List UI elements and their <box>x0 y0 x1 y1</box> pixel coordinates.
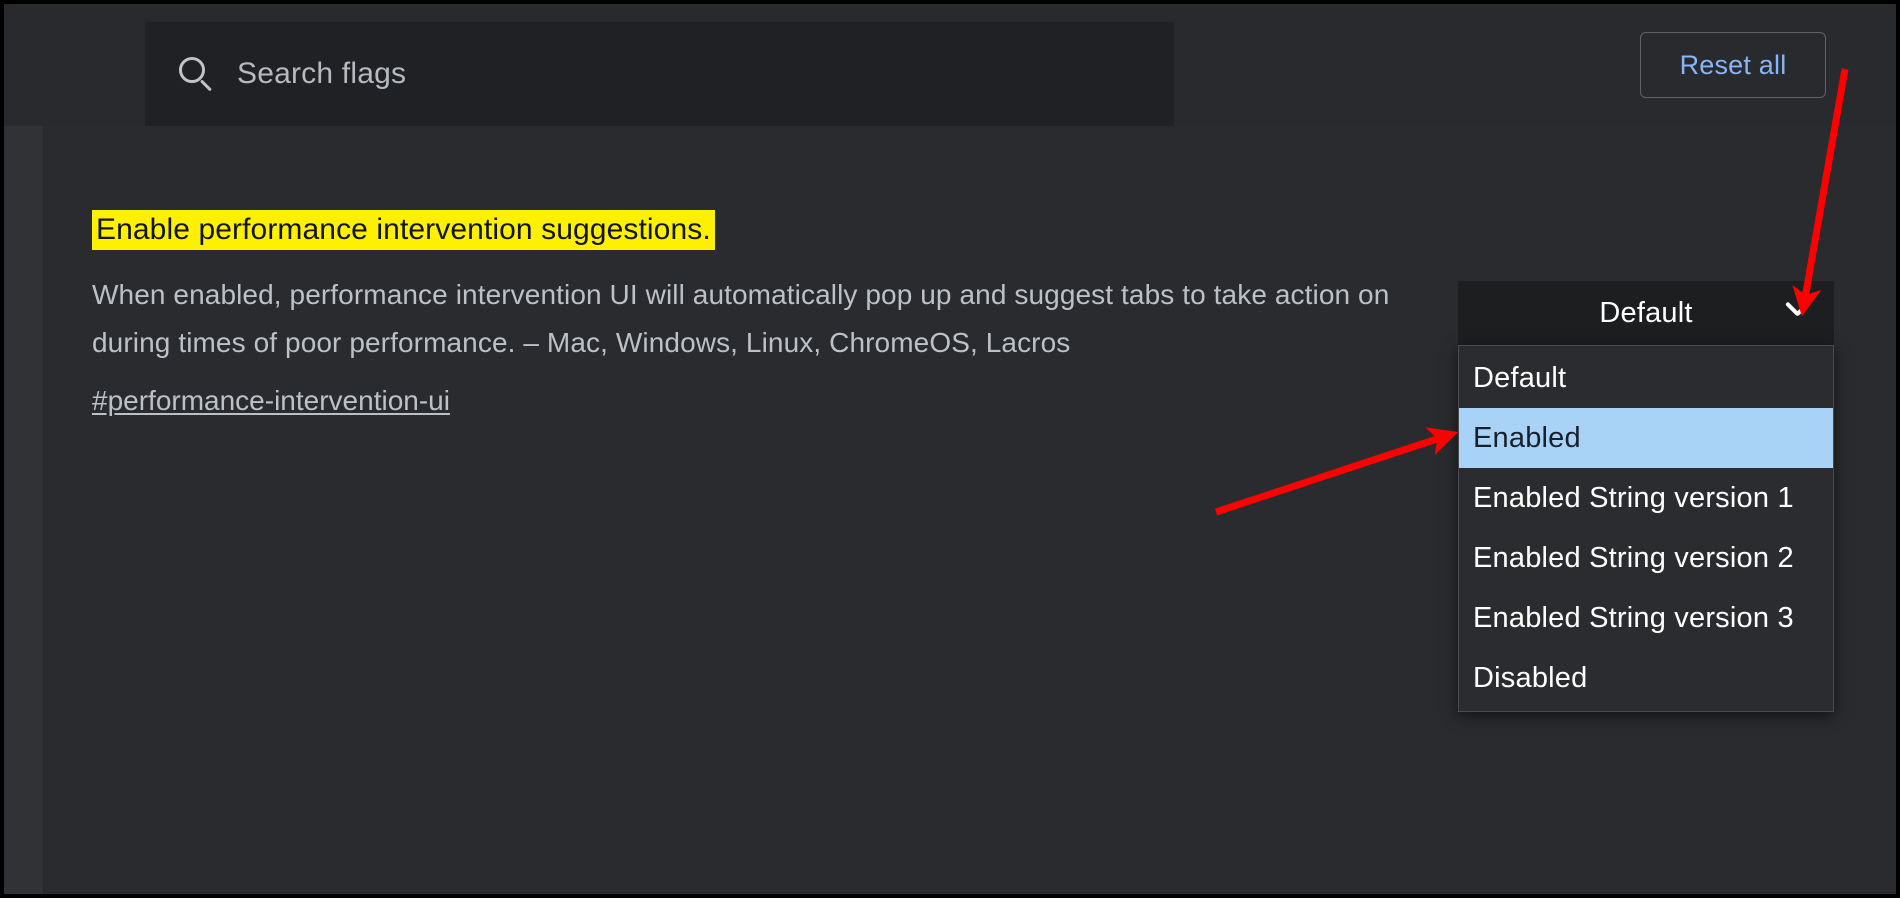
flags-toolbar: Reset all <box>4 4 1896 126</box>
dropdown-option-enabled-string-version-3[interactable]: Enabled String version 3 <box>1459 588 1833 648</box>
search-box[interactable] <box>145 22 1174 126</box>
flag-option-select[interactable]: Default <box>1458 281 1834 345</box>
flag-option-select-value: Default <box>1599 296 1693 329</box>
flag-option-dropdown: Default Enabled Enabled String version 1… <box>1458 345 1834 712</box>
flags-page: Reset all Enable performance interventio… <box>0 0 1900 898</box>
reset-all-button[interactable]: Reset all <box>1640 32 1826 98</box>
dropdown-option-default[interactable]: Default <box>1459 348 1833 408</box>
flag-title-row: Enable performance intervention suggesti… <box>92 210 1432 250</box>
dropdown-option-enabled[interactable]: Enabled <box>1459 408 1833 468</box>
search-input[interactable] <box>237 50 1117 98</box>
dropdown-option-enabled-string-version-2[interactable]: Enabled String version 2 <box>1459 528 1833 588</box>
flag-title: Enable performance intervention suggesti… <box>92 210 715 250</box>
search-icon <box>177 55 215 93</box>
left-rail <box>4 126 43 894</box>
flags-content-panel: Enable performance intervention suggesti… <box>4 126 1896 894</box>
chevron-down-icon[interactable] <box>1784 300 1810 326</box>
flag-permalink-link[interactable]: #performance-intervention-ui <box>92 377 450 425</box>
flag-option-select-wrap: Default Default Enabled Enabled String v… <box>1458 281 1834 712</box>
flag-entry: Enable performance intervention suggesti… <box>92 210 1432 425</box>
flag-description: When enabled, performance intervention U… <box>92 279 1390 359</box>
dropdown-option-enabled-string-version-1[interactable]: Enabled String version 1 <box>1459 468 1833 528</box>
dropdown-option-disabled[interactable]: Disabled <box>1459 648 1833 708</box>
